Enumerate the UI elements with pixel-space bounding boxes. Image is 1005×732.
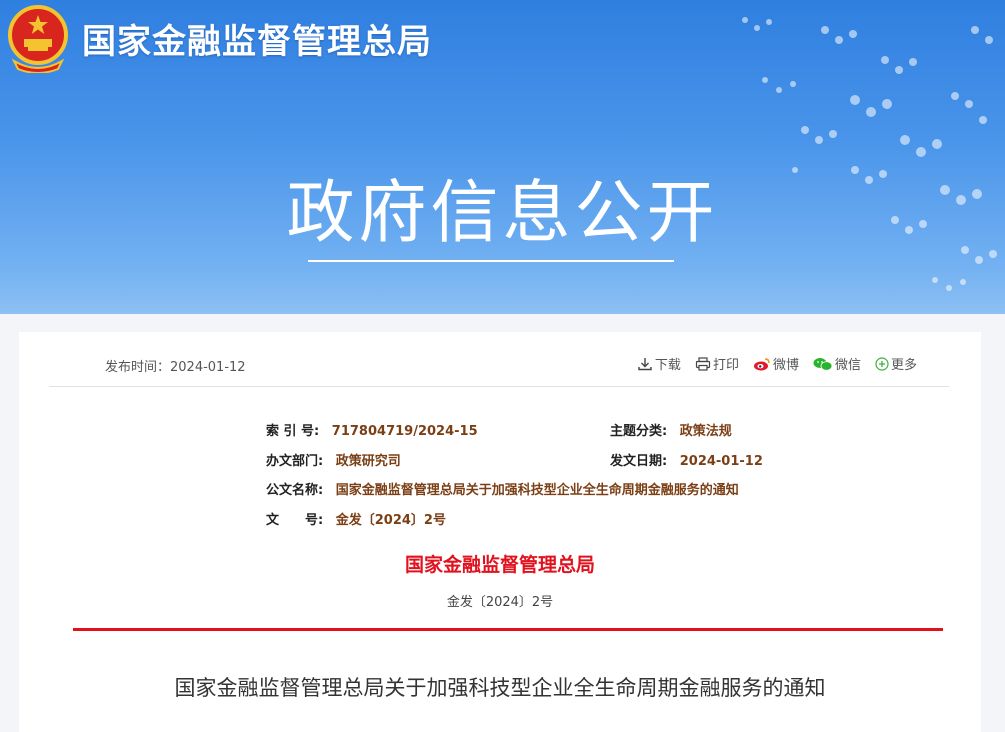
wechat-label: 微信 (834, 358, 861, 373)
header-divider (49, 386, 949, 387)
meta-topic-label: 主题分类: (610, 424, 668, 439)
meta-index-label: 索 引 号: (266, 424, 320, 439)
meta-issue-date-label: 发文日期: (610, 454, 668, 469)
meta-doc-name-label: 公文名称: (266, 483, 324, 498)
more-label: 更多 (890, 358, 917, 373)
publish-date-value: 2024-01-12 (170, 360, 246, 375)
weibo-icon (753, 357, 770, 370)
article-toolbar: 下载 打印 微博 微信 更多 (637, 354, 917, 373)
meta-doc-number: 文 号: 金发〔2024〕2号 (266, 509, 446, 528)
meta-department-label: 办文部门: (266, 454, 324, 469)
wechat-share-button[interactable]: 微信 (813, 354, 861, 373)
printer-icon (695, 356, 711, 371)
hero-underline (308, 260, 674, 262)
publish-date: 发布时间：2024-01-12 (105, 356, 246, 375)
print-label: 打印 (712, 358, 739, 373)
document-title: 国家金融监督管理总局关于加强科技型企业全生命周期金融服务的通知 (174, 676, 826, 700)
publish-date-label: 发布时间： (105, 360, 171, 375)
more-share-button[interactable]: 更多 (875, 354, 917, 373)
site-name[interactable]: 国家金融监督管理总局 (82, 14, 432, 63)
weibo-share-button[interactable]: 微博 (753, 354, 799, 373)
meta-index-value: 717804719/2024-15 (331, 424, 478, 439)
article-card: 发布时间：2024-01-12 下载 打印 微博 微信 更多 索 引 号: 71… (19, 332, 981, 732)
plus-circle-icon (875, 356, 889, 371)
hero-title: 政府信息公开 (286, 174, 719, 253)
print-button[interactable]: 打印 (695, 354, 739, 373)
document-number: 金发〔2024〕2号 (446, 595, 554, 610)
meta-issue-date-value: 2024-01-12 (679, 454, 763, 469)
meta-index: 索 引 号: 717804719/2024-15 (266, 420, 478, 439)
download-label: 下载 (654, 358, 681, 373)
header-banner: 国家金融监督管理总局 政府信息公开 (0, 0, 1005, 314)
download-button[interactable]: 下载 (637, 354, 681, 373)
meta-issue-date: 发文日期: 2024-01-12 (610, 450, 763, 469)
meta-department: 办文部门: 政策研究司 (266, 450, 401, 469)
national-emblem-logo (8, 5, 68, 73)
weibo-label: 微博 (772, 358, 799, 373)
red-header-rule (73, 628, 943, 631)
meta-doc-name-value: 国家金融监督管理总局关于加强科技型企业全生命周期金融服务的通知 (335, 483, 739, 498)
meta-topic: 主题分类: 政策法规 (610, 420, 732, 439)
download-icon (638, 357, 652, 370)
meta-doc-number-value: 金发〔2024〕2号 (335, 513, 446, 528)
meta-department-value: 政策研究司 (335, 454, 401, 469)
issuing-authority: 国家金融监督管理总局 (404, 554, 595, 576)
meta-topic-value: 政策法规 (679, 424, 732, 439)
meta-doc-name: 公文名称: 国家金融监督管理总局关于加强科技型企业全生命周期金融服务的通知 (266, 479, 739, 498)
meta-doc-number-label: 文 号: (266, 513, 324, 528)
wechat-icon (813, 357, 833, 371)
